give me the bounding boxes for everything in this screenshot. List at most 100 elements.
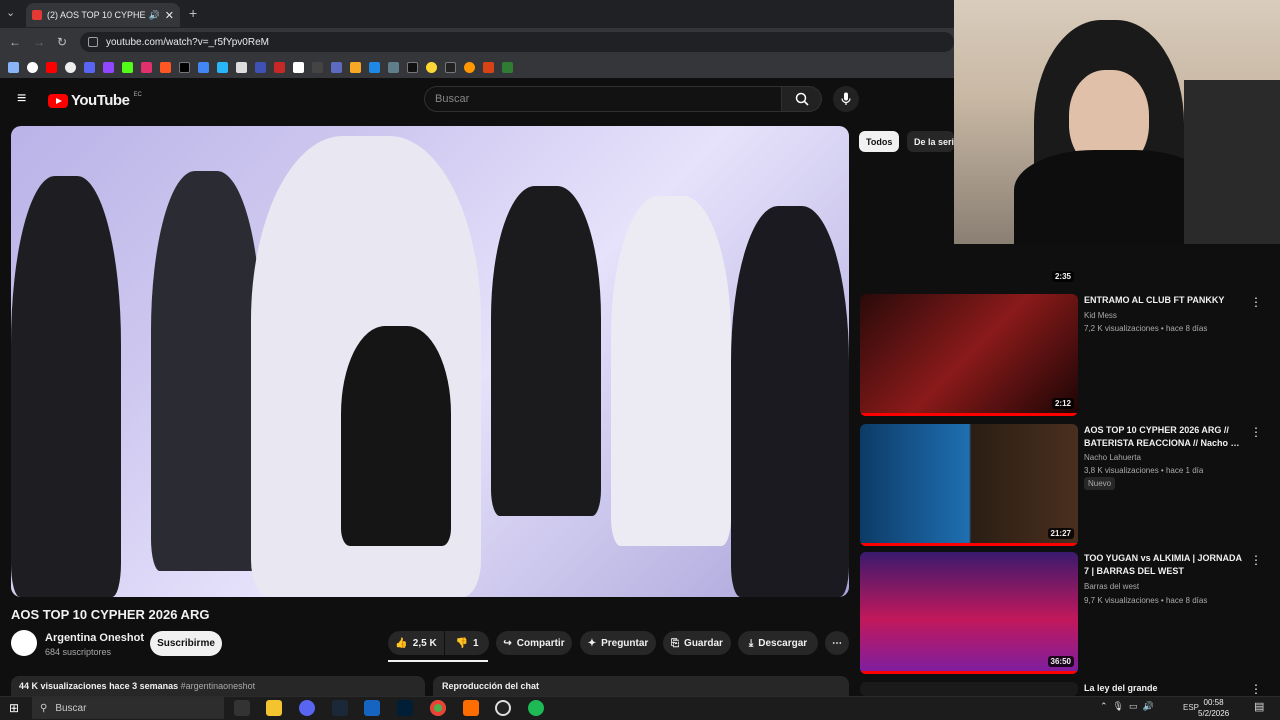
taskbar-app-icon[interactable] bbox=[463, 700, 479, 716]
bookmark-icon[interactable] bbox=[84, 61, 95, 73]
back-arrow-icon[interactable]: ← bbox=[9, 35, 21, 49]
bookmark-icon[interactable] bbox=[255, 61, 266, 73]
recommendation-channel[interactable]: Barras del west bbox=[1084, 582, 1139, 591]
spotify-icon[interactable] bbox=[528, 700, 544, 716]
more-actions-button[interactable]: ⋯ bbox=[825, 631, 849, 655]
download-button[interactable]: ⤓ Descargar bbox=[738, 631, 818, 655]
search-input[interactable]: Buscar bbox=[424, 86, 782, 112]
recommendation-thumbnail[interactable]: 36:50 bbox=[860, 552, 1078, 674]
voice-search-button[interactable] bbox=[833, 86, 859, 112]
reload-icon[interactable]: ↻ bbox=[57, 35, 67, 49]
recommendation-title[interactable]: TOO YUGAN vs ALKIMIA | JORNADA 7 | BARRA… bbox=[1084, 552, 1244, 578]
subscribe-button[interactable]: Suscribirme bbox=[150, 631, 222, 656]
search-button[interactable] bbox=[782, 86, 822, 112]
video-player[interactable] bbox=[11, 126, 849, 597]
google-bookmark-icon[interactable] bbox=[27, 61, 38, 73]
bookmark-icon[interactable] bbox=[217, 61, 228, 73]
share-arrow-icon: ↪ bbox=[503, 637, 512, 649]
hashtag-link[interactable]: #argentinaoneshot bbox=[181, 681, 256, 691]
language-indicator[interactable]: ESP bbox=[1183, 703, 1199, 712]
recommendation-title[interactable]: La ley del grande bbox=[1084, 682, 1244, 695]
hamburger-menu-icon[interactable]: ≡ bbox=[17, 91, 26, 107]
bookmark-icon[interactable] bbox=[350, 61, 361, 73]
channel-name[interactable]: Argentina Oneshot bbox=[45, 632, 144, 644]
new-tab-button[interactable]: + bbox=[189, 5, 197, 21]
bookmark-icon[interactable] bbox=[369, 61, 380, 73]
thumbs-up-icon: 👍 bbox=[395, 637, 408, 649]
browser-tab-active[interactable]: (2) AOS TOP 10 CYPHER 20… 🔊 ✕ bbox=[26, 3, 180, 27]
discord-icon[interactable] bbox=[299, 700, 315, 716]
more-vertical-icon[interactable]: ⋮ bbox=[1250, 553, 1262, 567]
twitch-bookmark-icon[interactable] bbox=[103, 61, 114, 73]
taskbar-app-icon[interactable] bbox=[364, 700, 380, 716]
recommendation-thumbnail[interactable]: 21:27 bbox=[860, 424, 1078, 546]
download-label: Descargar bbox=[758, 637, 808, 649]
site-info-icon[interactable] bbox=[88, 37, 98, 47]
speaker-icon[interactable]: 🔊 bbox=[149, 10, 160, 21]
recommendation-meta: 7,2 K visualizaciones • hace 8 días bbox=[1084, 324, 1208, 333]
subscriber-count: 684 suscriptores bbox=[45, 647, 112, 657]
bookmark-icon[interactable] bbox=[502, 61, 513, 73]
steam-icon[interactable] bbox=[332, 700, 348, 716]
chip-from-series[interactable]: De la serie bbox=[907, 131, 954, 152]
share-button[interactable]: ↪ Compartir bbox=[496, 631, 572, 655]
bookmark-icon[interactable] bbox=[160, 61, 171, 73]
recommendation-channel[interactable]: Nacho Lahuerta bbox=[1084, 453, 1141, 462]
bookmark-icon[interactable] bbox=[274, 61, 285, 73]
more-vertical-icon[interactable]: ⋮ bbox=[1250, 295, 1262, 309]
recommendation-thumbnail[interactable]: 2:12 bbox=[860, 294, 1078, 416]
chat-replay-header[interactable]: Reproducción del chat bbox=[433, 676, 849, 696]
description-box[interactable]: 44 K visualizaciones hace 3 semanas #arg… bbox=[11, 676, 425, 696]
system-tray-icons[interactable]: ⌃🎙▭🔊 bbox=[1100, 701, 1159, 712]
bookmark-icon[interactable] bbox=[312, 61, 323, 73]
tab-close-icon[interactable]: ✕ bbox=[165, 9, 174, 22]
notification-icon[interactable]: ▤ bbox=[1254, 700, 1264, 713]
notion-bookmark-icon[interactable] bbox=[293, 61, 304, 73]
more-vertical-icon[interactable]: ⋮ bbox=[1250, 682, 1262, 696]
bookmark-icon[interactable] bbox=[445, 61, 456, 73]
apps-grid-icon[interactable] bbox=[8, 61, 19, 73]
windows-start-icon[interactable]: ⊞ bbox=[9, 701, 19, 715]
like-count: 2,5 K bbox=[412, 637, 437, 649]
taskbar-app-icon[interactable] bbox=[495, 700, 511, 716]
ask-button[interactable]: ✦ Preguntar bbox=[580, 631, 656, 655]
kick-bookmark-icon[interactable] bbox=[122, 61, 133, 73]
bookmark-icon[interactable] bbox=[464, 61, 475, 73]
address-bar[interactable]: youtube.com/watch?v=_r5fYpv0ReM bbox=[80, 32, 954, 52]
search-icon bbox=[795, 92, 809, 106]
more-vertical-icon[interactable]: ⋮ bbox=[1250, 425, 1262, 439]
youtube-favicon-icon bbox=[32, 10, 42, 20]
instagram-bookmark-icon[interactable] bbox=[141, 61, 152, 73]
bookmark-icon[interactable] bbox=[236, 61, 247, 73]
bookmark-icon[interactable] bbox=[198, 61, 209, 73]
recommendation-thumbnail[interactable] bbox=[860, 682, 1078, 696]
dislike-button[interactable]: 👎 1 bbox=[445, 631, 489, 655]
search-icon: ⚲ bbox=[40, 702, 48, 714]
taskbar-app-icon[interactable] bbox=[234, 700, 250, 716]
video-title: AOS TOP 10 CYPHER 2026 ARG bbox=[11, 607, 210, 622]
bookmark-icon[interactable] bbox=[483, 61, 494, 73]
ask-label: Preguntar bbox=[601, 637, 649, 649]
bookmark-icon[interactable] bbox=[407, 61, 418, 73]
taskbar-search-input[interactable]: ⚲ Buscar bbox=[32, 697, 224, 719]
save-button[interactable]: ⎘ Guardar bbox=[663, 631, 731, 655]
youtube-logo[interactable]: YouTube EC bbox=[48, 92, 142, 109]
bookmark-icon[interactable] bbox=[388, 61, 399, 73]
tab-search-dropdown-icon[interactable]: ⌄ bbox=[6, 6, 15, 19]
file-explorer-icon[interactable] bbox=[266, 700, 282, 716]
youtube-bookmark-icon[interactable] bbox=[46, 61, 57, 73]
like-button[interactable]: 👍 2,5 K bbox=[388, 631, 444, 655]
bookmark-icon[interactable] bbox=[331, 61, 342, 73]
photoshop-icon[interactable] bbox=[397, 700, 413, 716]
taskbar-clock[interactable]: 00:58 5/2/2026 bbox=[1198, 697, 1229, 719]
bookmark-icon[interactable] bbox=[65, 61, 76, 73]
chip-all[interactable]: Todos bbox=[859, 131, 900, 152]
channel-avatar[interactable] bbox=[11, 630, 37, 656]
chrome-icon[interactable] bbox=[430, 700, 446, 716]
x-bookmark-icon[interactable] bbox=[179, 61, 190, 73]
bookmark-icon[interactable] bbox=[426, 61, 437, 73]
forward-arrow-icon[interactable]: → bbox=[33, 35, 45, 49]
recommendation-channel[interactable]: Kid Mess bbox=[1084, 311, 1117, 320]
recommendation-title[interactable]: ENTRAMO AL CLUB FT PANKKY bbox=[1084, 294, 1244, 307]
recommendation-title[interactable]: AOS TOP 10 CYPHER 2026 ARG // BATERISTA … bbox=[1084, 424, 1244, 450]
